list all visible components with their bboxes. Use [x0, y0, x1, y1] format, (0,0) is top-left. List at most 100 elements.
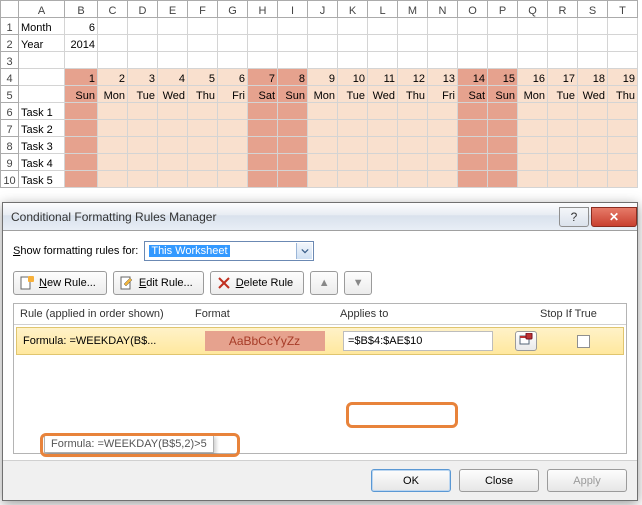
cell[interactable] [248, 120, 278, 137]
cell[interactable]: 10 [338, 69, 368, 86]
cell[interactable] [128, 154, 158, 171]
cell[interactable]: Tue [128, 86, 158, 103]
cell[interactable] [428, 35, 458, 52]
cell[interactable] [398, 171, 428, 188]
cell[interactable] [548, 103, 578, 120]
cell[interactable]: Mon [518, 86, 548, 103]
cell[interactable] [98, 137, 128, 154]
cell[interactable] [428, 103, 458, 120]
cell[interactable] [188, 18, 218, 35]
cell[interactable] [368, 35, 398, 52]
cell[interactable]: Sun [488, 86, 518, 103]
cell[interactable] [158, 154, 188, 171]
cell[interactable] [428, 137, 458, 154]
cell[interactable] [488, 154, 518, 171]
cell[interactable] [368, 171, 398, 188]
cell[interactable]: Sat [458, 86, 488, 103]
cell[interactable] [458, 18, 488, 35]
cell[interactable] [368, 154, 398, 171]
cell[interactable] [608, 154, 638, 171]
cell[interactable]: 6 [65, 18, 98, 35]
cell[interactable]: Wed [578, 86, 608, 103]
cell[interactable]: 7 [248, 69, 278, 86]
cell[interactable] [19, 52, 65, 69]
cell[interactable] [248, 35, 278, 52]
spreadsheet[interactable]: ABCDEFGHIJKLMNOPQRST1Month62Year20143412… [0, 0, 638, 188]
row-header[interactable]: 3 [1, 52, 19, 69]
cell[interactable] [578, 154, 608, 171]
cell[interactable]: 4 [158, 69, 188, 86]
rule-row[interactable]: Formula: =WEEKDAY(B$... AaBbCcYyZz =$B$4… [16, 327, 624, 355]
cell[interactable] [458, 52, 488, 69]
cell[interactable] [65, 103, 98, 120]
cell[interactable] [218, 154, 248, 171]
cell[interactable]: Thu [608, 86, 638, 103]
cell[interactable] [188, 120, 218, 137]
cell[interactable] [308, 52, 338, 69]
row-header[interactable]: 1 [1, 18, 19, 35]
cell[interactable] [188, 35, 218, 52]
cell[interactable] [428, 120, 458, 137]
col-header[interactable]: O [458, 1, 488, 18]
cell[interactable] [398, 154, 428, 171]
row-header[interactable]: 8 [1, 137, 19, 154]
cell[interactable] [368, 18, 398, 35]
cell[interactable] [158, 18, 188, 35]
cell[interactable] [578, 137, 608, 154]
cell[interactable] [458, 103, 488, 120]
cell[interactable] [428, 18, 458, 35]
cell[interactable] [98, 52, 128, 69]
cell[interactable] [188, 154, 218, 171]
cell[interactable]: 12 [398, 69, 428, 86]
cell[interactable]: Tue [338, 86, 368, 103]
row-header[interactable]: 7 [1, 120, 19, 137]
cell[interactable] [158, 137, 188, 154]
cell[interactable]: Task 5 [19, 171, 65, 188]
cell[interactable] [578, 171, 608, 188]
col-header[interactable]: B [65, 1, 98, 18]
cell[interactable]: Task 1 [19, 103, 65, 120]
cell[interactable] [308, 18, 338, 35]
cell[interactable] [308, 137, 338, 154]
cell[interactable] [278, 120, 308, 137]
cell[interactable] [338, 103, 368, 120]
cell[interactable]: 15 [488, 69, 518, 86]
cell[interactable] [488, 18, 518, 35]
scope-select[interactable]: This Worksheet [144, 241, 314, 261]
cell[interactable] [458, 120, 488, 137]
cell[interactable] [338, 35, 368, 52]
cell[interactable]: 1 [65, 69, 98, 86]
cell[interactable] [158, 52, 188, 69]
cell[interactable] [338, 154, 368, 171]
cell[interactable]: Thu [398, 86, 428, 103]
cell[interactable] [518, 103, 548, 120]
cell[interactable] [308, 35, 338, 52]
cell[interactable]: 8 [278, 69, 308, 86]
cell[interactable] [578, 103, 608, 120]
cell[interactable] [158, 120, 188, 137]
cell[interactable] [278, 154, 308, 171]
cell[interactable] [188, 103, 218, 120]
cell[interactable] [308, 154, 338, 171]
col-header[interactable]: E [158, 1, 188, 18]
col-header[interactable]: N [428, 1, 458, 18]
cell[interactable] [488, 35, 518, 52]
row-header[interactable]: 4 [1, 69, 19, 86]
cell[interactable]: 5 [188, 69, 218, 86]
cell[interactable] [128, 18, 158, 35]
cell[interactable]: Month [19, 18, 65, 35]
cell[interactable]: Fri [218, 86, 248, 103]
cell[interactable]: 2014 [65, 35, 98, 52]
cell[interactable]: Task 3 [19, 137, 65, 154]
cell[interactable] [518, 35, 548, 52]
cell[interactable] [218, 52, 248, 69]
cell[interactable] [608, 18, 638, 35]
cell[interactable] [338, 120, 368, 137]
cell[interactable] [578, 35, 608, 52]
cell[interactable] [65, 52, 98, 69]
cell[interactable] [548, 171, 578, 188]
delete-rule-button[interactable]: Delete Rule [210, 271, 305, 295]
cell[interactable] [218, 103, 248, 120]
cell[interactable] [608, 171, 638, 188]
move-down-button[interactable]: ▼ [344, 271, 372, 295]
